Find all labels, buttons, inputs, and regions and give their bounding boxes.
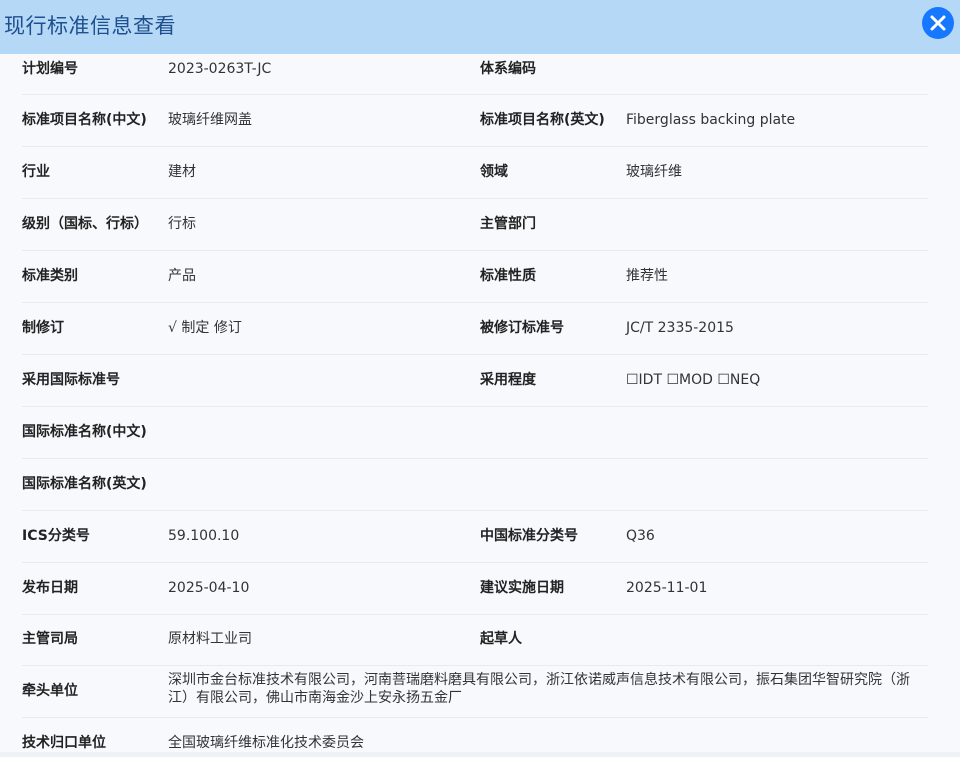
dept-label: 主管部门 [480, 216, 536, 232]
intl-name-en-label: 国际标准名称(英文) [22, 476, 147, 492]
name-en-label: 标准项目名称(英文) [480, 112, 605, 128]
row-plan-no: 计划编号 2023-0263T-JC 体系编码 [22, 54, 928, 95]
bureau-value: 原材料工业司 [168, 631, 252, 647]
level-value: 行标 [168, 216, 196, 232]
system-code-label: 体系编码 [480, 61, 536, 77]
category-value: 产品 [168, 268, 196, 284]
row-intl-no: 采用国际标准号 采用程度 ☐IDT ☐MOD ☐NEQ [22, 354, 928, 407]
level-label: 级别（国标、行标） [22, 216, 148, 232]
impl-date-label: 建议实施日期 [480, 580, 564, 596]
row-tech-unit: 技术归口单位 全国玻璃纤维标准化技术委员会 [22, 717, 928, 757]
revised-no-label: 被修订标准号 [480, 320, 564, 336]
close-button[interactable] [922, 7, 954, 39]
adopt-degree-label: 采用程度 [480, 372, 536, 388]
row-lead-units: 牵头单位 深圳市金台标准技术有限公司，河南菩瑞磨料磨具有限公司，浙江依诺威声信息… [22, 665, 928, 718]
adopt-degree-value: ☐IDT ☐MOD ☐NEQ [626, 372, 761, 388]
revision-value: √ 制定 修订 [168, 320, 242, 336]
row-project-name: 标准项目名称(中文) 玻璃纤维网盖 标准项目名称(英文) Fiberglass … [22, 94, 928, 147]
name-cn-value: 玻璃纤维网盖 [168, 112, 252, 128]
row-industry: 行业 建材 领域 玻璃纤维 [22, 146, 928, 199]
row-category: 标准类别 产品 标准性质 推荐性 [22, 250, 928, 303]
lead-units-label: 牵头单位 [22, 683, 78, 699]
tech-unit-value: 全国玻璃纤维标准化技术委员会 [168, 735, 364, 751]
field-value: 玻璃纤维 [626, 164, 682, 180]
ics-value: 59.100.10 [168, 528, 240, 544]
plan-no-value: 2023-0263T-JC [168, 61, 272, 77]
revision-label: 制修订 [22, 320, 64, 336]
row-dates: 发布日期 2025-04-10 建议实施日期 2025-11-01 [22, 562, 928, 615]
detail-panel: 计划编号 2023-0263T-JC 体系编码 标准项目名称(中文) 玻璃纤维网… [0, 54, 960, 752]
industry-value: 建材 [168, 164, 196, 180]
row-classification: ICS分类号 59.100.10 中国标准分类号 Q36 [22, 510, 928, 563]
row-intl-name-cn: 国际标准名称(中文) [22, 406, 928, 459]
nature-label: 标准性质 [480, 268, 536, 284]
publish-date-value: 2025-04-10 [168, 580, 250, 596]
dialog-header: 现行标准信息查看 [0, 0, 960, 54]
tech-unit-label: 技术归口单位 [22, 735, 106, 751]
dialog-title: 现行标准信息查看 [4, 14, 176, 38]
nature-value: 推荐性 [626, 268, 668, 284]
lead-units-value: 深圳市金台标准技术有限公司，河南菩瑞磨料磨具有限公司，浙江依诺威声信息技术有限公… [168, 672, 910, 706]
field-label: 领域 [480, 164, 508, 180]
category-label: 标准类别 [22, 268, 78, 284]
ccs-value: Q36 [626, 528, 655, 544]
row-level: 级别（国标、行标） 行标 主管部门 [22, 198, 928, 251]
drafter-label: 起草人 [480, 631, 522, 647]
name-cn-label: 标准项目名称(中文) [22, 112, 147, 128]
industry-label: 行业 [22, 164, 50, 180]
impl-date-value: 2025-11-01 [626, 580, 708, 596]
ccs-label: 中国标准分类号 [480, 528, 578, 544]
row-revision: 制修订 √ 制定 修订 被修订标准号 JC/T 2335-2015 [22, 302, 928, 355]
intl-no-label: 采用国际标准号 [22, 372, 120, 388]
ics-label: ICS分类号 [22, 528, 90, 544]
revised-no-value: JC/T 2335-2015 [626, 320, 734, 336]
row-bureau: 主管司局 原材料工业司 起草人 [22, 614, 928, 666]
plan-no-label: 计划编号 [22, 61, 78, 77]
name-en-value: Fiberglass backing plate [626, 112, 796, 128]
close-icon [930, 15, 946, 31]
bureau-label: 主管司局 [22, 631, 78, 647]
intl-name-cn-label: 国际标准名称(中文) [22, 424, 147, 440]
row-intl-name-en: 国际标准名称(英文) [22, 458, 928, 511]
publish-date-label: 发布日期 [22, 580, 78, 596]
